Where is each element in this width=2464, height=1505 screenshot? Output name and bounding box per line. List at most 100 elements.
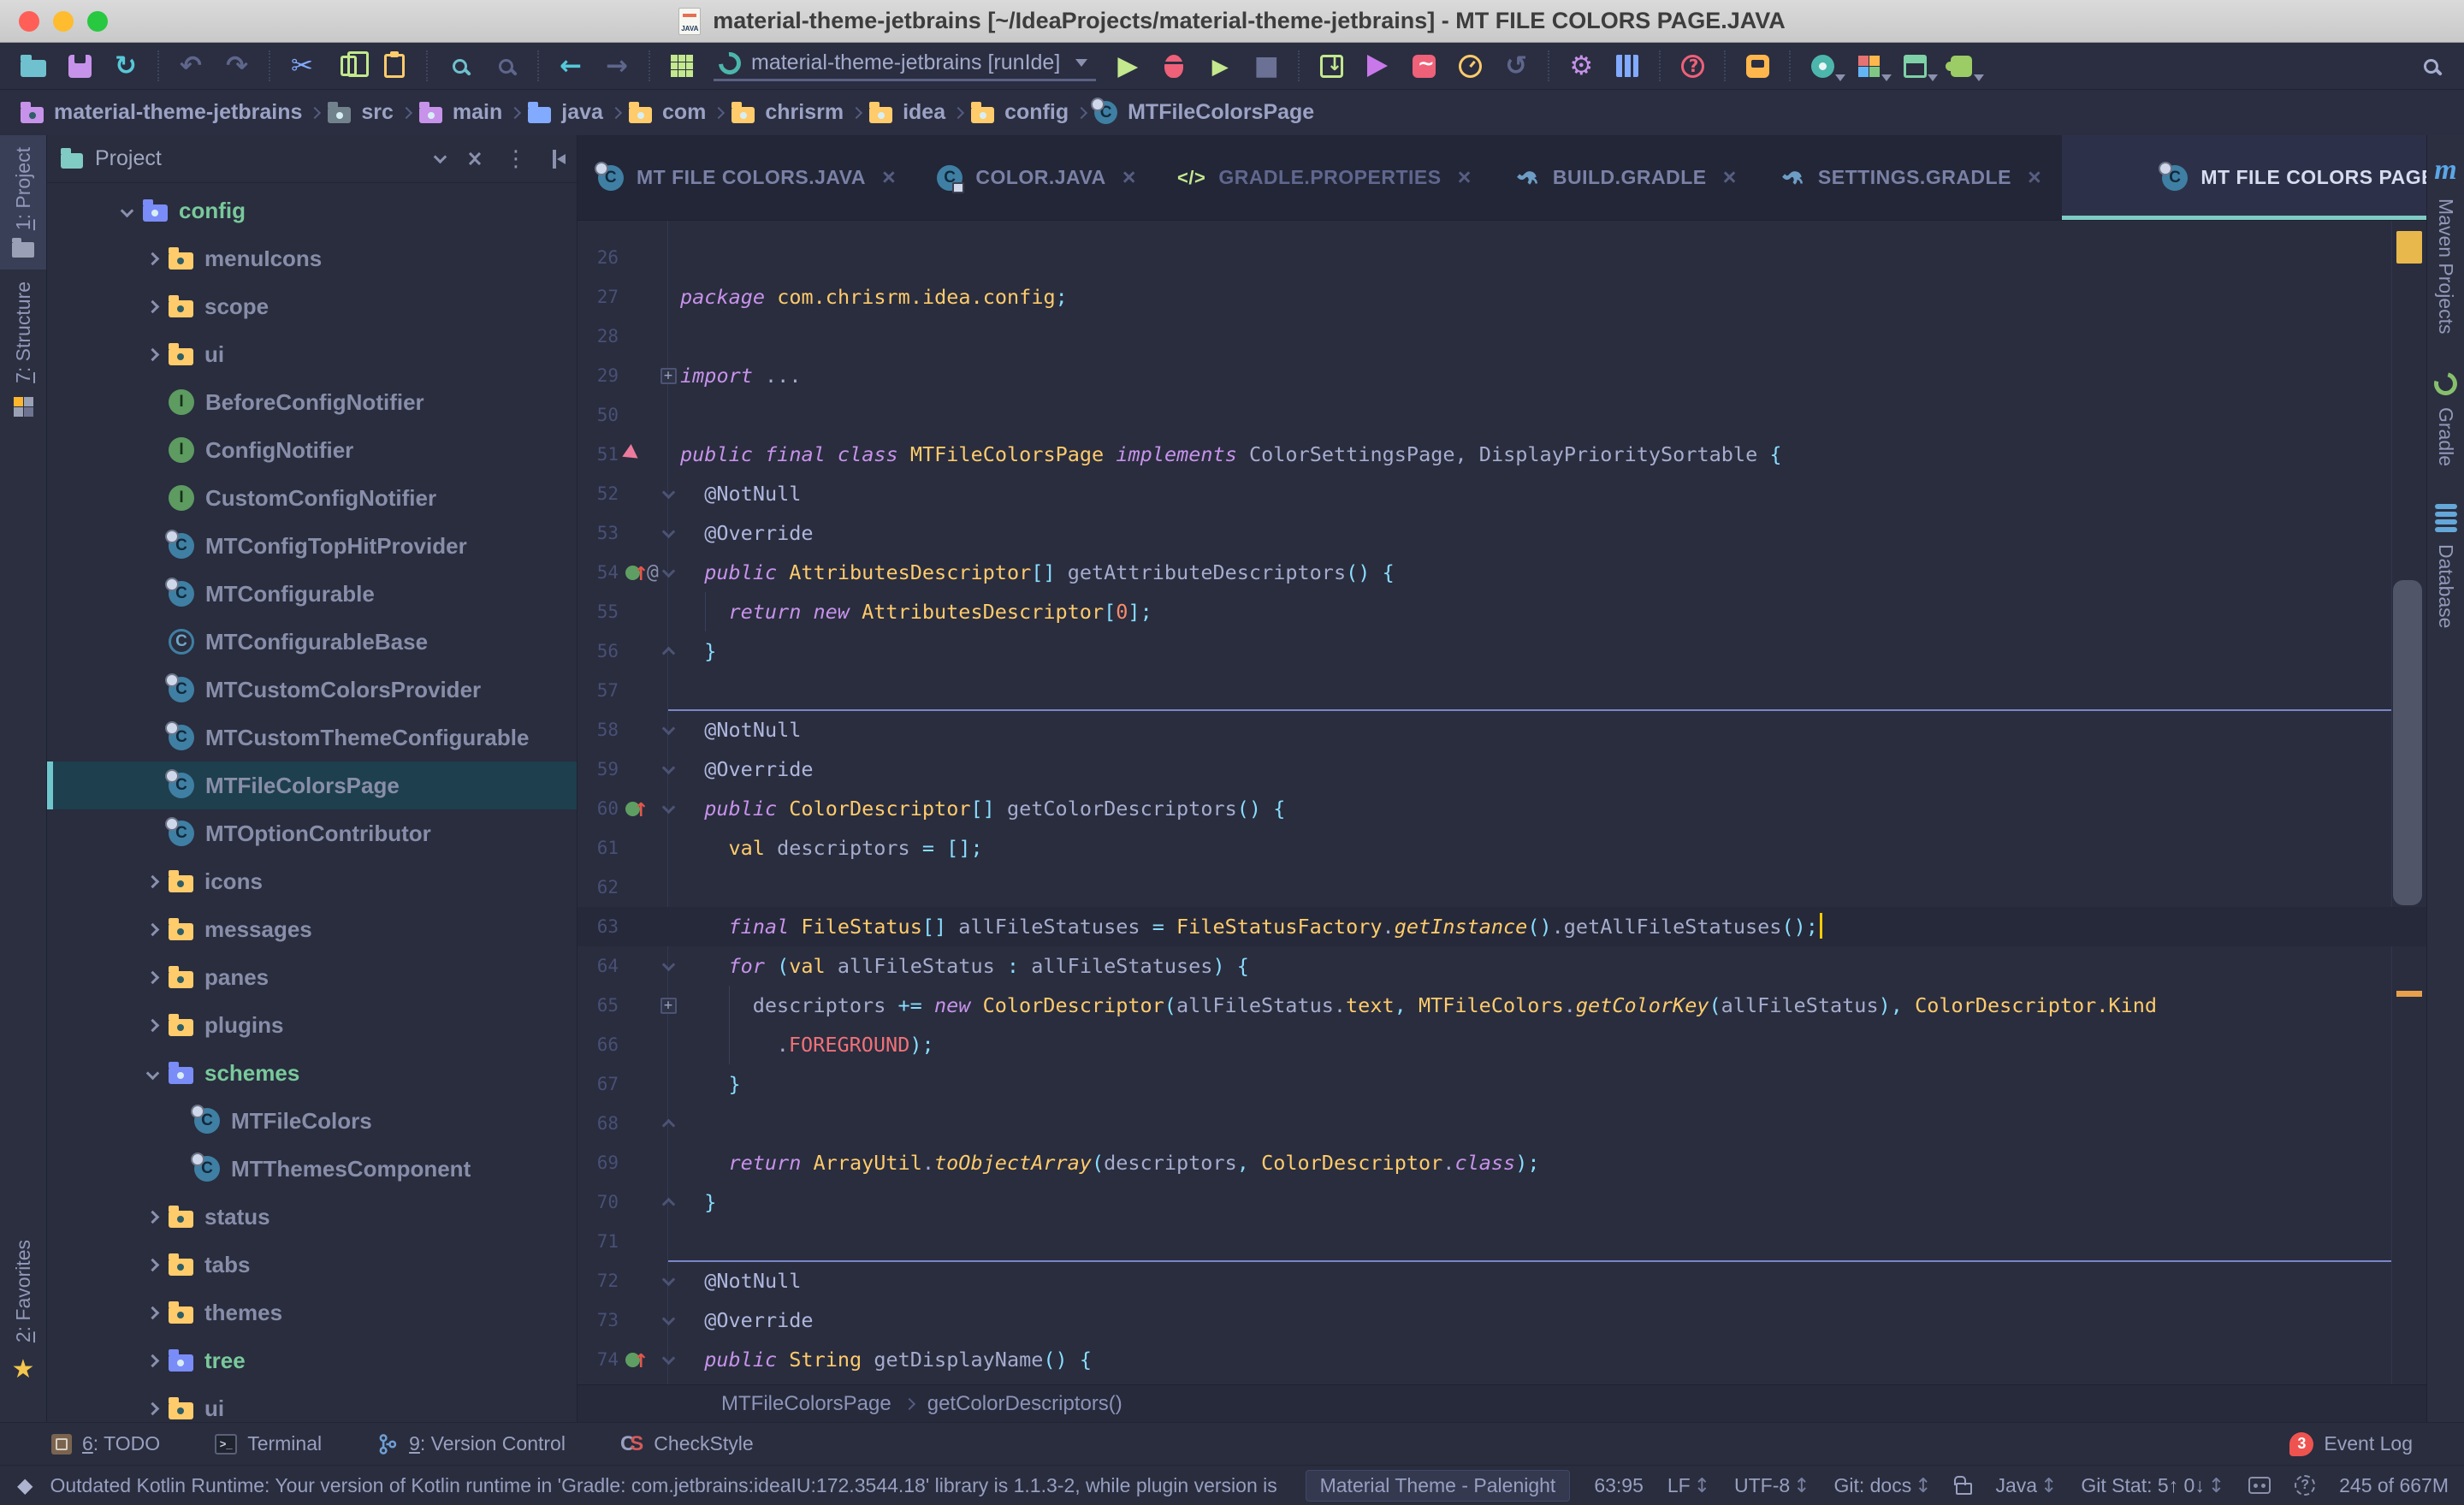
tree-item-messages[interactable]: messages xyxy=(47,905,577,953)
close-tab-icon[interactable]: × xyxy=(1458,164,1472,191)
close-tab-icon[interactable]: × xyxy=(1723,164,1737,191)
stop-icon[interactable]: ■ xyxy=(1252,49,1281,83)
tree-item-customconfignotifier[interactable]: I CustomConfigNotifier xyxy=(47,474,577,522)
tree-item-confignotifier[interactable]: I ConfigNotifier xyxy=(47,426,577,474)
recent-changes-icon[interactable] xyxy=(1455,49,1484,83)
presentation-mode-icon[interactable] xyxy=(1808,49,1846,83)
tree-item-tree[interactable]: tree xyxy=(47,1336,577,1384)
tree-item-scope[interactable]: scope xyxy=(47,282,577,330)
tree-item-config[interactable]: config xyxy=(47,187,577,234)
tree-closed-arrow-icon[interactable] xyxy=(145,1258,160,1271)
find-icon[interactable] xyxy=(445,49,474,83)
breadcrumb-item[interactable]: config xyxy=(971,100,1069,125)
tree-item-themes[interactable]: themes xyxy=(47,1289,577,1336)
tree-closed-arrow-icon[interactable] xyxy=(145,1210,160,1224)
collapse-all-icon[interactable] xyxy=(468,147,482,170)
close-window-button[interactable] xyxy=(19,11,39,32)
tree-item-mtfilecolors[interactable]: C MTFileColors xyxy=(47,1097,577,1145)
synchronize-icon[interactable]: ↻ xyxy=(111,49,140,83)
fold-open-icon[interactable] xyxy=(661,485,675,499)
replace-icon[interactable] xyxy=(491,49,520,83)
tree-closed-arrow-icon[interactable] xyxy=(145,347,160,361)
tree-closed-arrow-icon[interactable] xyxy=(145,1354,160,1367)
tab-gradle-properties[interactable]: </> GRADLE.PROPERTIES × xyxy=(1157,135,1492,220)
tree-item-ui[interactable]: ui xyxy=(47,330,577,378)
tree-closed-arrow-icon[interactable] xyxy=(145,252,160,265)
redo-icon[interactable]: ↷ xyxy=(222,49,252,83)
breadcrumb-item[interactable]: idea xyxy=(869,100,945,125)
tab-color-java[interactable]: C COLOR.JAVA × xyxy=(916,135,1157,220)
cut-icon[interactable]: ✂ xyxy=(287,49,317,83)
unlocked-icon[interactable] xyxy=(1953,1476,1972,1495)
breadcrumb-item[interactable]: com xyxy=(628,100,706,125)
subclass-marker-icon[interactable] xyxy=(622,444,643,465)
tree-closed-arrow-icon[interactable] xyxy=(145,922,160,936)
tool-strip-item-favorites[interactable]: 2: Favorites ★ xyxy=(0,1228,46,1396)
undo-icon[interactable]: ↶ xyxy=(176,49,205,83)
implementing-marker-icon[interactable] xyxy=(625,1342,649,1382)
background-tasks-icon[interactable] xyxy=(2248,1477,2272,1494)
minimize-window-button[interactable] xyxy=(53,11,74,32)
fold-end-icon[interactable] xyxy=(661,1197,675,1211)
tree-item-mtconfigurablebase[interactable]: C MTConfigurableBase xyxy=(47,618,577,666)
tree-item-schemes[interactable]: schemes xyxy=(47,1049,577,1097)
tree-closed-arrow-icon[interactable] xyxy=(145,970,160,984)
back-icon[interactable]: ← xyxy=(556,49,585,83)
tool-strip-item-project[interactable]: 1: Project xyxy=(0,135,46,270)
fold-open-icon[interactable] xyxy=(661,957,675,971)
tree-item-mtcustomcolorsprovider[interactable]: C MTCustomColorsProvider xyxy=(47,666,577,714)
tree-item-ui[interactable]: ui xyxy=(47,1384,577,1422)
fold-open-icon[interactable] xyxy=(661,1272,675,1286)
debug-icon[interactable] xyxy=(1159,49,1188,83)
close-tab-icon[interactable]: × xyxy=(2028,164,2041,191)
tree-closed-arrow-icon[interactable] xyxy=(145,1401,160,1415)
tree-item-beforeconfignotifier[interactable]: I BeforeConfigNotifier xyxy=(47,378,577,426)
toolwindow-button-terminal[interactable]: >_ Terminal xyxy=(215,1432,322,1455)
tree-item-menuicons[interactable]: menuIcons xyxy=(47,234,577,282)
toolwindow-button-versioncontrol[interactable]: 9: Version Control xyxy=(376,1432,566,1456)
tree-closed-arrow-icon[interactable] xyxy=(145,1018,160,1032)
editor-breadcrumb-item[interactable]: MTFileColorsPage xyxy=(721,1392,891,1416)
toolwindow-button-checkstyle[interactable]: CS CheckStyle xyxy=(620,1432,754,1456)
tree-open-arrow-icon[interactable] xyxy=(120,204,134,217)
tree-item-tabs[interactable]: tabs xyxy=(47,1241,577,1289)
open-project-icon[interactable] xyxy=(19,49,48,83)
tree-closed-arrow-icon[interactable] xyxy=(145,299,160,313)
restore-default-layout-icon[interactable]: ↺ xyxy=(1502,49,1531,83)
implementing-marker-icon[interactable] xyxy=(625,791,649,831)
status-widget-245of667m[interactable]: 245 of 667M xyxy=(2339,1474,2449,1497)
tab-settings-gradle[interactable]: SETTINGS.GRADLE × xyxy=(1757,135,2062,220)
breadcrumb-item[interactable]: java xyxy=(528,100,603,125)
toolwindow-button-todo[interactable]: 6: TODO xyxy=(51,1432,160,1455)
tree-item-status[interactable]: status xyxy=(47,1193,577,1241)
deploy-icon[interactable] xyxy=(1363,49,1392,83)
quick-switch-scheme-icon[interactable] xyxy=(1854,49,1892,83)
tool-strip-item-mavenprojects[interactable]: m Maven Projects xyxy=(2427,135,2464,353)
tool-strip-item-structure[interactable]: 7: Structure xyxy=(0,270,46,430)
event-log-button[interactable]: 3 Event Log xyxy=(2289,1431,2413,1456)
status-message[interactable]: ◆ Outdated Kotlin Runtime: Your version … xyxy=(17,1473,1283,1497)
status-widget-gitdocs[interactable]: Git: docs ↕ xyxy=(1833,1474,1931,1497)
tree-open-arrow-icon[interactable] xyxy=(145,1066,160,1080)
fold-open-icon[interactable] xyxy=(661,721,675,735)
copy-icon[interactable] xyxy=(334,49,369,83)
view-grid-icon[interactable] xyxy=(667,49,696,83)
search-everywhere-icon[interactable] xyxy=(2416,49,2445,83)
status-widget-6395[interactable]: 63:95 xyxy=(1594,1474,1644,1497)
fold-end-icon[interactable] xyxy=(661,646,675,660)
update-project-icon[interactable] xyxy=(1317,49,1346,83)
run-configuration-selector[interactable]: material-theme-jetbrains [runIde] xyxy=(714,47,1097,81)
run-with-coverage-icon[interactable]: ▶ xyxy=(1205,49,1235,83)
fold-open-icon[interactable] xyxy=(661,761,675,774)
tree-item-mtthemescomponent[interactable]: C MTThemesComponent xyxy=(47,1145,577,1193)
editor-breadcrumb-item[interactable]: getColorDescriptors() xyxy=(927,1392,1122,1416)
status-widget-java[interactable]: Java ↕ xyxy=(1996,1474,2058,1497)
tree-item-panes[interactable]: panes xyxy=(47,953,577,1001)
project-view-dropdown-icon[interactable] xyxy=(433,150,447,164)
breadcrumb-item[interactable]: material-theme-jetbrains xyxy=(21,100,302,125)
tab-build-gradle[interactable]: BUILD.GRADLE × xyxy=(1492,135,1757,220)
tree-item-mtconfigtophitprovider[interactable]: C MTConfigTopHitProvider xyxy=(47,522,577,570)
window-layout-icon[interactable] xyxy=(1900,49,1939,83)
fold-end-icon[interactable] xyxy=(661,1118,675,1132)
tree-item-mtconfigurable[interactable]: C MTConfigurable xyxy=(47,570,577,618)
